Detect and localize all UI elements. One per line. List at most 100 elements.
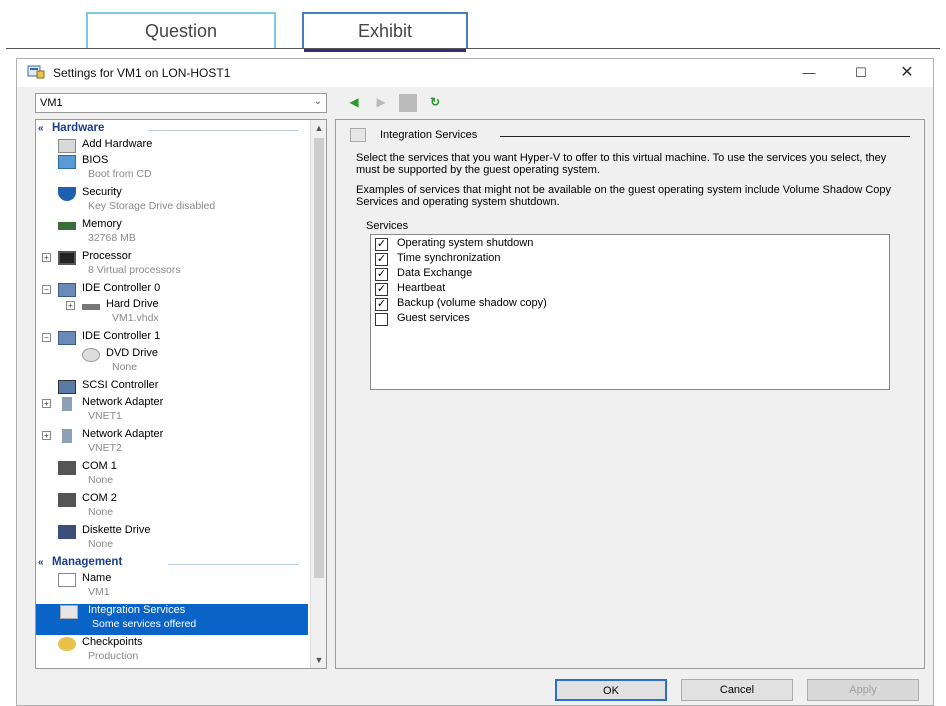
panel-heading-text: Integration Services <box>380 129 478 141</box>
tree-item-network-adapter-2[interactable]: Network Adapter VNET2 <box>58 428 308 458</box>
tree-item-label: Checkpoints <box>82 636 143 648</box>
tree-item-sub: Key Storage Drive disabled <box>88 200 216 212</box>
expand-network-adapter-1-icon[interactable]: + <box>42 399 51 408</box>
network-adapter-icon <box>62 429 72 443</box>
tree-item-scsi-controller[interactable]: SCSI Controller <box>58 379 308 395</box>
collapse-chevron-icon: « <box>38 123 44 134</box>
tree-item-label: Network Adapter <box>82 428 164 440</box>
scroll-up-icon[interactable]: ▲ <box>311 120 326 136</box>
scsi-controller-icon <box>58 380 76 394</box>
tree-item-sub: 8 Virtual processors <box>88 264 181 276</box>
services-list: ✓ Operating system shutdown ✓ Time synch… <box>370 234 890 390</box>
refresh-icon[interactable]: ↻ <box>426 93 444 111</box>
apply-button[interactable]: Apply <box>807 679 919 701</box>
nav-toolbar: ◀ ▶ ↻ <box>345 93 450 113</box>
tree-item-diskette-drive[interactable]: Diskette Drive None <box>58 524 308 554</box>
com-port-icon <box>58 493 76 507</box>
checkbox-checked-icon[interactable]: ✓ <box>375 298 388 311</box>
minimize-button[interactable]: — <box>795 62 823 84</box>
ok-button[interactable]: OK <box>555 679 667 701</box>
tree-item-hard-drive[interactable]: Hard Drive VM1.vhdx <box>82 298 308 328</box>
tree-scrollbar[interactable]: ▲ ▼ <box>310 120 326 668</box>
scroll-down-icon[interactable]: ▼ <box>311 652 326 668</box>
tree-item-label: Network Adapter <box>82 396 164 408</box>
tree-item-sub: None <box>88 474 114 486</box>
integration-services-panel: Integration Services Select the services… <box>335 119 925 669</box>
scrollbar-thumb[interactable] <box>314 138 324 578</box>
network-adapter-icon <box>62 397 72 411</box>
tree-item-com1[interactable]: COM 1 None <box>58 460 308 490</box>
section-rule <box>168 564 298 565</box>
tree-item-sub: VNET1 <box>88 410 122 422</box>
tree-item-network-adapter-1[interactable]: Network Adapter VNET1 <box>58 396 308 426</box>
settings-window: Settings for VM1 on LON-HOST1 — ☐ ✕ VM1 … <box>16 58 934 706</box>
com-port-icon <box>58 461 76 475</box>
tree-item-label: Add Hardware <box>82 138 153 150</box>
service-label: Backup (volume shadow copy) <box>397 297 547 309</box>
panel-description-1: Select the services that you want Hyper-… <box>356 152 887 176</box>
tree-item-label: IDE Controller 0 <box>82 282 161 294</box>
tree-item-ide-controller-1[interactable]: IDE Controller 1 <box>58 330 308 346</box>
tab-divider <box>6 48 940 49</box>
management-header-label: Management <box>52 556 123 568</box>
tree-item-label: BIOS <box>82 154 109 166</box>
collapse-ide0-icon[interactable]: − <box>42 285 51 294</box>
processor-icon <box>58 251 76 265</box>
tree-item-sub: None <box>88 506 114 518</box>
tree-item-name[interactable]: Name VM1 <box>58 572 308 602</box>
integration-services-icon <box>350 128 366 142</box>
management-section-header[interactable]: « Management <box>38 556 308 572</box>
tree-item-label: Security <box>82 186 122 198</box>
service-label: Operating system shutdown <box>397 237 534 249</box>
service-label: Guest services <box>397 312 470 324</box>
tree-item-checkpoints[interactable]: Checkpoints Production <box>58 636 308 666</box>
service-label: Data Exchange <box>397 267 473 279</box>
tree-item-ide-controller-0[interactable]: IDE Controller 0 <box>58 282 308 298</box>
title-bar: Settings for VM1 on LON-HOST1 — ☐ ✕ <box>17 59 933 87</box>
hardware-section-header[interactable]: « Hardware <box>38 122 308 138</box>
tree-item-bios[interactable]: BIOS Boot from CD <box>58 154 308 184</box>
tree-item-sub: 32768 MB <box>88 232 136 244</box>
diskette-drive-icon <box>58 525 76 539</box>
back-arrow-icon[interactable]: ◀ <box>345 93 363 111</box>
integration-services-icon <box>60 605 78 619</box>
nav-separator <box>399 94 418 113</box>
ide-controller-icon <box>58 283 76 297</box>
cancel-button[interactable]: Cancel <box>681 679 793 701</box>
heading-rule <box>500 136 910 137</box>
expand-network-adapter-2-icon[interactable]: + <box>42 431 51 440</box>
tree-item-label: Hard Drive <box>106 298 159 310</box>
checkbox-checked-icon[interactable]: ✓ <box>375 283 388 296</box>
section-rule <box>148 130 298 131</box>
collapse-ide1-icon[interactable]: − <box>42 333 51 342</box>
tab-exhibit[interactable]: Exhibit <box>302 12 468 52</box>
checkbox-checked-icon[interactable]: ✓ <box>375 268 388 281</box>
tree-item-security[interactable]: Security Key Storage Drive disabled <box>58 186 308 216</box>
checkbox-unchecked-icon[interactable] <box>375 313 388 326</box>
checkbox-checked-icon[interactable]: ✓ <box>375 253 388 266</box>
expand-hard-drive-icon[interactable]: + <box>66 301 75 310</box>
expand-processor-icon[interactable]: + <box>42 253 51 262</box>
tree-item-sub: Some services offered <box>92 618 197 630</box>
close-button[interactable]: ✕ <box>893 62 921 84</box>
maximize-button[interactable]: ☐ <box>847 62 875 84</box>
tree-item-integration-services[interactable]: Integration Services Some services offer… <box>36 604 308 635</box>
settings-tree: « Hardware Add Hardware BIOS Boot from CD… <box>35 119 327 669</box>
tree-item-label: Diskette Drive <box>82 524 151 536</box>
name-icon <box>58 573 76 587</box>
tree-item-processor[interactable]: Processor 8 Virtual processors <box>58 250 308 280</box>
tree-item-dvd-drive[interactable]: DVD Drive None <box>82 347 308 377</box>
tree-item-sub: None <box>88 538 114 550</box>
checkbox-checked-icon[interactable]: ✓ <box>375 238 388 251</box>
shield-icon <box>58 187 76 201</box>
tree-item-sub: VM1 <box>88 586 110 598</box>
panel-heading: Integration Services <box>350 128 910 144</box>
tree-item-sub: Production <box>88 650 139 662</box>
tree-item-memory[interactable]: Memory 32768 MB <box>58 218 308 248</box>
vm-select[interactable]: VM1 ⌄ <box>35 93 327 113</box>
tree-item-label: Processor <box>82 250 132 262</box>
tree-item-com2[interactable]: COM 2 None <box>58 492 308 522</box>
forward-arrow-icon[interactable]: ▶ <box>372 93 390 111</box>
exam-tab-bar: Question Exhibit <box>0 0 946 52</box>
tab-question[interactable]: Question <box>86 12 276 48</box>
